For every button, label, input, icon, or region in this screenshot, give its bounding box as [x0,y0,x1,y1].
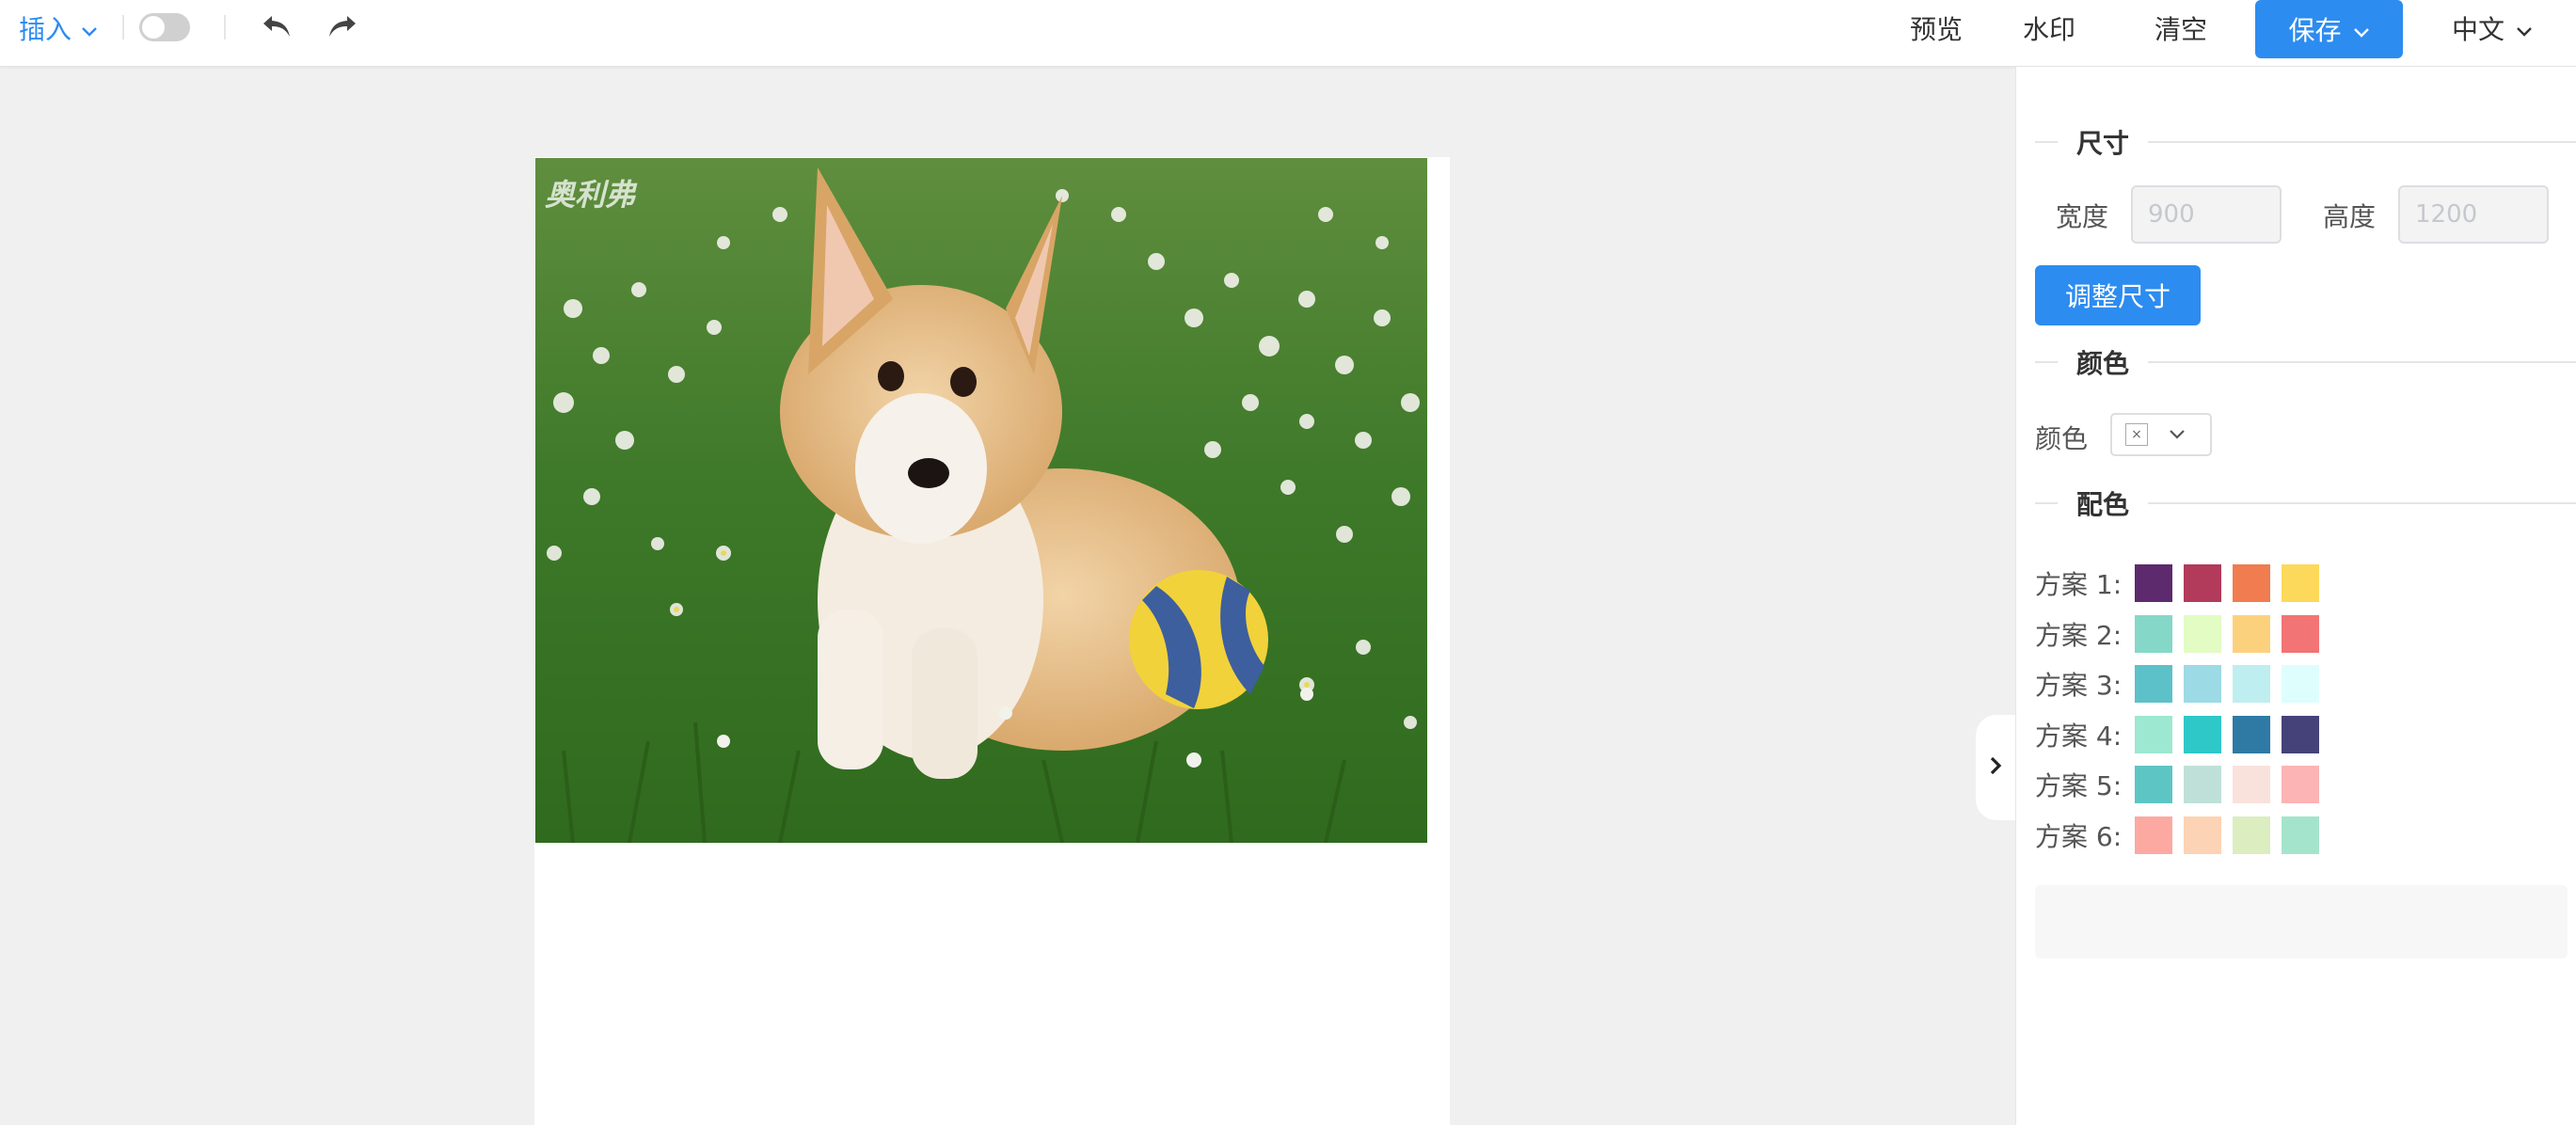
palette-scheme-row[interactable]: 方案 1: [2035,563,2330,603]
height-label: 高度 [2323,201,2377,232]
color-swatch[interactable] [2233,564,2270,602]
toggle-knob [142,16,165,39]
toolbar-divider [122,15,124,40]
undo-icon [261,12,293,44]
redo-button[interactable] [322,8,363,49]
redo-icon [326,12,358,44]
divider [2035,141,2058,143]
color-section-title: 颜色 [2076,348,2130,379]
palette-scheme-row[interactable]: 方案 6: [2035,816,2330,855]
color-swatch[interactable] [2135,715,2172,753]
scheme-label: 方案 1: [2035,569,2123,600]
chevron-right-icon [1989,755,2002,780]
watermark-text: 奥利弗 [545,177,636,213]
color-swatch[interactable] [2233,614,2270,653]
palette-scheme-row[interactable]: 方案 2: [2035,614,2330,654]
scheme-label: 方案 2: [2035,619,2123,651]
color-swatch[interactable] [2233,766,2270,803]
color-swatch[interactable] [2282,564,2319,602]
corgi-photo [535,158,1427,843]
scheme-label: 方案 4: [2035,720,2123,752]
palette-scheme-row[interactable]: 方案 3: [2035,664,2330,704]
watermark-button[interactable]: 水印 [2023,8,2075,49]
toolbar-divider [224,15,226,40]
chevron-down-icon [2353,14,2370,45]
resize-button[interactable]: 调整尺寸 [2035,265,2201,325]
language-select[interactable]: 中文 [2452,8,2533,49]
color-swatch[interactable] [2184,614,2221,653]
palette-section-title: 配色 [2076,489,2130,520]
chevron-down-icon [2169,426,2186,444]
size-section-title: 尺寸 [2076,128,2130,159]
color-swatch[interactable] [2233,816,2270,854]
color-section-header: 颜色 [2035,343,2576,381]
color-swatch[interactable] [2135,766,2172,803]
save-button[interactable]: 保存 [2255,0,2403,58]
divider [2035,502,2058,504]
divider [2148,361,2576,363]
canvas-image[interactable]: 奥利弗 [535,158,1427,843]
panel-collapse-toggle[interactable] [1976,715,2015,820]
palette-scheme-row[interactable]: 方案 5: [2035,765,2330,804]
insert-menu[interactable]: 插入 [19,8,98,49]
scheme-label: 方案 3: [2035,670,2123,701]
divider [2148,141,2576,143]
color-swatch[interactable] [2233,665,2270,703]
divider [2035,361,2058,363]
settings-panel: 尺寸 宽度 900 高度 1200 调整尺寸 颜色 颜色 × 配色 方案 1: 方… [2015,67,2576,1125]
color-swatch[interactable] [2184,564,2221,602]
scheme-label: 方案 6: [2035,820,2123,852]
color-swatch[interactable] [2135,614,2172,653]
color-swatch[interactable] [2135,816,2172,854]
color-swatch[interactable] [2135,564,2172,602]
scheme-label: 方案 5: [2035,770,2123,801]
color-swatch[interactable] [2184,816,2221,854]
size-section-header: 尺寸 [2035,123,2576,161]
color-swatch[interactable] [2184,715,2221,753]
chevron-down-icon [81,13,98,44]
color-swatch[interactable] [2135,665,2172,703]
width-input[interactable]: 900 [2131,185,2282,244]
palette-section-header: 配色 [2035,484,2576,522]
top-toolbar: 插入 预览 水印 清空 保存 中文 [0,0,2576,67]
empty-color-icon: × [2125,423,2148,446]
color-swatch[interactable] [2184,665,2221,703]
clear-button[interactable]: 清空 [2155,8,2207,49]
color-swatch[interactable] [2282,614,2319,653]
color-swatch[interactable] [2282,665,2319,703]
toggle-switch[interactable] [139,13,190,41]
save-label: 保存 [2288,15,2342,46]
undo-button[interactable] [256,8,297,49]
insert-label: 插入 [19,14,72,45]
color-swatch[interactable] [2282,816,2319,854]
height-input[interactable]: 1200 [2398,185,2549,244]
chevron-down-icon [2516,13,2533,44]
language-label: 中文 [2452,14,2505,45]
divider [2148,502,2576,504]
color-label: 颜色 [2035,423,2089,454]
color-swatch[interactable] [2282,715,2319,753]
color-swatch[interactable] [2282,766,2319,803]
preview-button[interactable]: 预览 [1910,8,1963,49]
color-swatch[interactable] [2184,766,2221,803]
color-picker[interactable]: × [2110,413,2212,456]
color-swatch[interactable] [2233,715,2270,753]
palette-scheme-row[interactable]: 方案 4: [2035,715,2330,754]
palette-preview-area [2035,885,2568,959]
width-label: 宽度 [2056,201,2109,232]
